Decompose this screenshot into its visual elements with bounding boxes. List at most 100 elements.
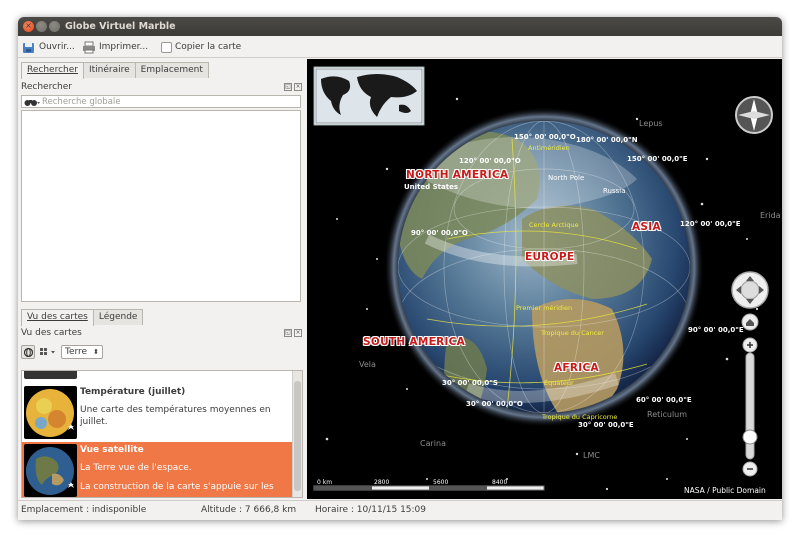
label-line: Antiméridien	[528, 144, 570, 152]
label-place: North Pole	[548, 174, 585, 182]
search-dock-buttons: ◱ ×	[284, 83, 302, 91]
constellation-label: Erida	[760, 211, 781, 220]
list-item-selected[interactable]: Vue satellite La Terre vue de l'espace. …	[22, 442, 293, 497]
map-thumbnail	[24, 444, 77, 497]
search-input[interactable]: Recherche globale	[21, 95, 301, 108]
close-icon: ×	[25, 21, 32, 30]
open-label: Ouvrir...	[39, 42, 75, 52]
coord-label: 30° 00' 00,0"O	[466, 400, 523, 408]
constellation-label: Lepus	[639, 119, 663, 128]
label-europe: EUROPE	[525, 251, 575, 263]
side-panel: Rechercher Itinéraire Emplacement Recher…	[18, 59, 306, 499]
map-title: Vue satellite	[80, 445, 144, 455]
coord-label: 90° 00' 00,0"O	[411, 229, 468, 237]
coord-label: 150° 00' 00,0"O	[514, 133, 576, 141]
map-description: La Terre vue de l'espace.	[80, 463, 192, 473]
label-south-america: SOUTH AMERICA	[363, 336, 466, 348]
float-icon[interactable]: ◱	[284, 83, 292, 91]
list-scrollbar[interactable]	[292, 371, 302, 497]
printer-icon	[83, 41, 95, 53]
map-thumbnail	[24, 386, 77, 439]
copy-label: Copier la carte	[175, 42, 242, 52]
open-file-icon	[23, 41, 34, 53]
tab-location[interactable]: Emplacement	[134, 62, 209, 78]
scale-tick: 0 km	[317, 479, 333, 486]
minimize-window-button[interactable]	[36, 21, 47, 32]
label-place: United States	[404, 183, 458, 191]
maximize-window-button[interactable]	[49, 21, 60, 32]
search-heading: Rechercher	[21, 82, 72, 92]
label-line: Tropique du Cancer	[541, 329, 604, 337]
map-view-dock-buttons: ◱ ×	[284, 329, 302, 337]
close-panel-icon[interactable]: ×	[294, 329, 302, 337]
map-theme-list[interactable]: Température (juillet) Une carte des temp…	[21, 370, 303, 498]
scale-tick: 2800	[374, 479, 390, 486]
projection-select[interactable]: Terre ⬍	[61, 345, 103, 359]
spinner-icon: ⬍	[93, 348, 99, 356]
label-asia: ASIA	[632, 221, 661, 233]
label-line: Tropique du Capricorne	[542, 413, 618, 421]
copy-map-button[interactable]: Copier la carte	[161, 40, 241, 54]
constellation-label: Vela	[359, 360, 376, 369]
world-overview-map[interactable]	[313, 66, 425, 126]
coord-label: 30° 00' 00,0"E	[578, 421, 634, 429]
constellation-label: Reticulum	[647, 410, 688, 419]
coord-label: 150° 00' 00,0"E	[627, 155, 688, 163]
open-button[interactable]: Ouvrir...	[22, 40, 75, 54]
title-bar: × Globe Virtuel Marble	[18, 17, 782, 36]
status-bar: Emplacement : indisponible Altitude : 7 …	[18, 500, 782, 520]
constellation-label: Carina	[420, 439, 446, 448]
scale-tick: 8400	[492, 479, 508, 486]
label-line: Équateur	[544, 379, 574, 387]
search-tabs: Rechercher Itinéraire Emplacement	[21, 62, 209, 79]
zoom-slider[interactable]	[742, 337, 758, 477]
tab-map-view[interactable]: Vu des cartes	[21, 309, 94, 326]
label-north-america: NORTH AMERICA	[406, 169, 509, 181]
altitude-status: Altitude : 7 666,8 km	[201, 505, 297, 515]
label-line: Premier méridien	[516, 304, 573, 312]
tab-legend[interactable]: Légende	[92, 309, 144, 325]
globe-view-button[interactable]	[21, 345, 35, 359]
scale-tick: 5600	[433, 479, 449, 486]
map-view-controls: Terre ⬍	[21, 344, 103, 360]
coord-label: 90° 00' 00,0"E	[688, 326, 744, 334]
print-button[interactable]: Imprimer...	[82, 40, 148, 54]
app-window: × Globe Virtuel Marble Ouvrir... Imprime…	[18, 17, 782, 520]
coord-label: 60° 00' 00,0"E	[636, 396, 692, 404]
coord-label: 120° 00' 00,0"O	[459, 157, 521, 165]
label-line: Cercle Arctique	[529, 221, 579, 229]
coord-label: 30° 00' 00,0"S	[442, 379, 498, 387]
coord-label: 120° 00' 00,0"E	[680, 220, 741, 228]
home-button[interactable]	[741, 313, 759, 331]
map-thumbnail	[24, 371, 77, 379]
scrollbar-thumb[interactable]	[294, 381, 301, 491]
navigation-control[interactable]	[731, 271, 769, 309]
label-africa: AFRICA	[554, 362, 599, 374]
map-description: Une carte des températures moyennes en j…	[80, 405, 271, 427]
globe-canvas	[313, 66, 773, 491]
map-title: Température (juillet)	[80, 387, 186, 397]
close-panel-icon[interactable]: ×	[294, 83, 302, 91]
main-toolbar: Ouvrir... Imprimer... Copier la carte	[18, 36, 782, 58]
float-icon[interactable]: ◱	[284, 329, 292, 337]
copy-icon	[161, 41, 172, 53]
label-place: Russia	[603, 187, 626, 195]
attribution[interactable]: NASA / Public Domain	[684, 486, 766, 495]
map-view[interactable]: 0 km 2800 5600 8400 NORTH AMERICA EUROPE…	[307, 59, 782, 499]
search-results-list[interactable]	[21, 110, 301, 302]
window-title: Globe Virtuel Marble	[65, 21, 176, 32]
map-description: La construction de la carte s'appuie sur…	[80, 482, 274, 492]
binoculars-icon	[24, 99, 40, 106]
time-status: Horaire : 10/11/15 15:09	[315, 505, 427, 515]
search-placeholder: Recherche globale	[42, 96, 121, 107]
scale-bar	[313, 485, 545, 491]
list-item[interactable]: Température (juillet) Une carte des temp…	[22, 384, 293, 441]
tab-route[interactable]: Itinéraire	[82, 62, 136, 78]
tab-search[interactable]: Rechercher	[21, 62, 84, 79]
coord-label: 180° 00' 00,0"N	[576, 136, 638, 144]
grid-view-icon[interactable]	[39, 347, 57, 357]
list-item[interactable]	[22, 371, 293, 381]
compass-control[interactable]	[735, 96, 773, 134]
close-window-button[interactable]: ×	[23, 21, 34, 32]
map-view-tabs: Vu des cartes Légende	[21, 309, 144, 326]
